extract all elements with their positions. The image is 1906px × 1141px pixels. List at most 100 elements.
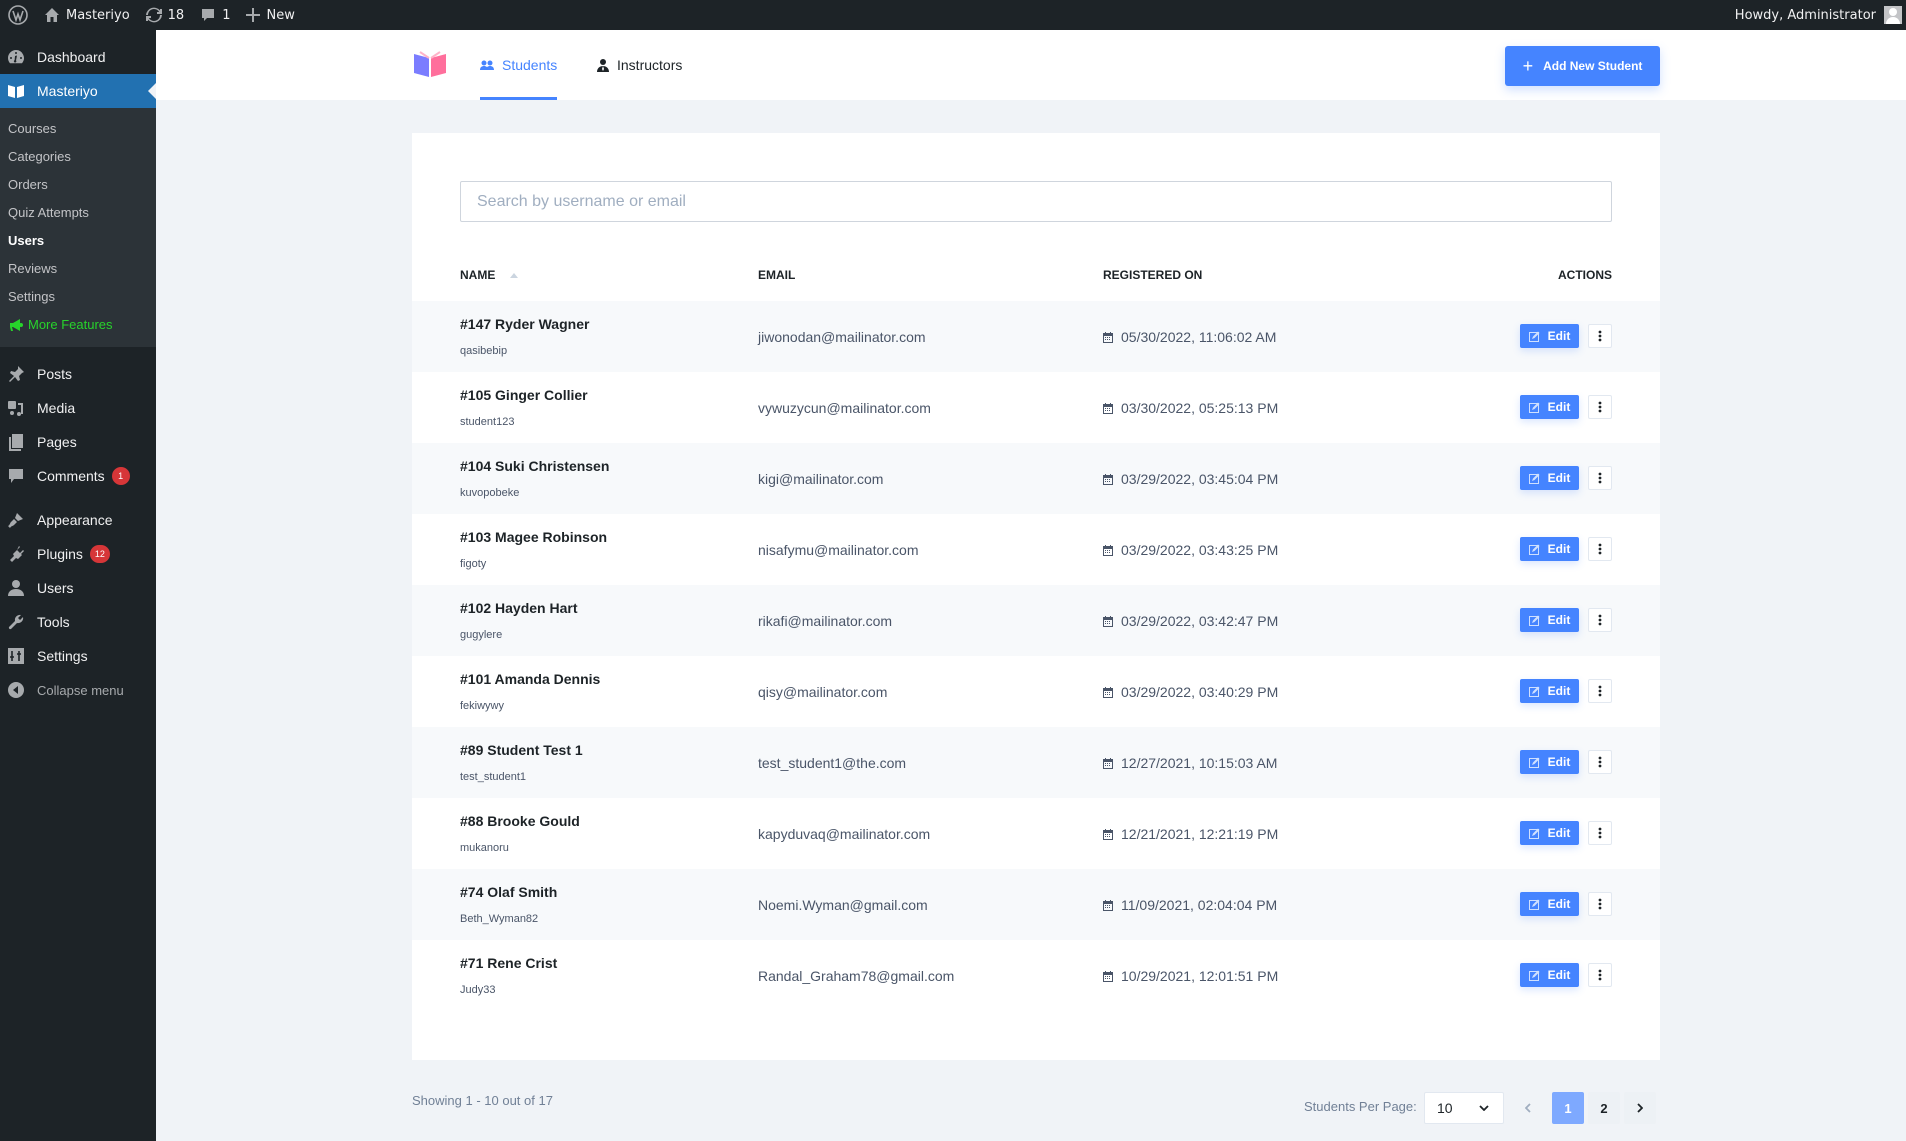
student-name[interactable]: #147 Ryder Wagner	[460, 316, 589, 332]
edit-label: Edit	[1547, 471, 1571, 485]
column-name[interactable]: NAME	[460, 255, 519, 295]
plugin-icon	[6, 544, 26, 564]
new-content-link[interactable]: New	[238, 0, 302, 30]
student-name[interactable]: #74 Olaf Smith	[460, 884, 557, 900]
student-name[interactable]: #105 Ginger Collier	[460, 387, 588, 403]
comments-link[interactable]: 1	[192, 0, 238, 30]
submenu-reviews[interactable]: Reviews	[0, 255, 156, 283]
edit-button[interactable]: Edit	[1520, 679, 1579, 703]
search-input[interactable]	[460, 181, 1612, 222]
submenu-quiz-attempts[interactable]: Quiz Attempts	[0, 199, 156, 227]
collapse-menu-label: Collapse menu	[37, 682, 124, 698]
edit-button[interactable]: Edit	[1520, 608, 1579, 632]
masteriyo-logo-icon	[414, 51, 446, 77]
more-actions-button[interactable]	[1588, 963, 1612, 987]
more-actions-button[interactable]	[1588, 466, 1612, 490]
edit-button[interactable]: Edit	[1520, 963, 1579, 987]
submenu-orders[interactable]: Orders	[0, 171, 156, 199]
menu-settings[interactable]: Settings	[0, 639, 156, 673]
sort-asc-icon[interactable]	[510, 272, 519, 278]
menu-pages[interactable]: Pages	[0, 425, 156, 459]
student-email: nisafymu@mailinator.com	[758, 542, 919, 558]
next-page-button[interactable]	[1624, 1092, 1656, 1124]
more-vertical-icon	[1598, 827, 1602, 839]
edit-icon	[1528, 331, 1540, 342]
more-actions-button[interactable]	[1588, 324, 1612, 348]
table-body: #147 Ryder Wagner qasibebip jiwonodan@mail…	[412, 301, 1660, 1011]
per-page-select[interactable]: 10	[1424, 1092, 1504, 1124]
chevron-down-icon	[1479, 1105, 1489, 1111]
submenu-more-features[interactable]: More Features	[0, 311, 156, 339]
more-vertical-icon	[1598, 543, 1602, 555]
menu-posts[interactable]: Posts	[0, 357, 156, 391]
edit-button[interactable]: Edit	[1520, 395, 1579, 419]
add-new-student-button[interactable]: + Add New Student	[1505, 46, 1660, 86]
edit-button[interactable]: Edit	[1520, 324, 1579, 348]
registered-date: 12/21/2021, 12:21:19 PM	[1103, 826, 1278, 842]
registered-date-text: 03/29/2022, 03:43:25 PM	[1121, 542, 1279, 558]
student-name[interactable]: #104 Suki Christensen	[460, 458, 609, 474]
wp-logo-button[interactable]	[0, 0, 36, 30]
student-name[interactable]: #88 Brooke Gould	[460, 813, 580, 829]
page-2-button[interactable]: 2	[1588, 1092, 1620, 1124]
edit-button[interactable]: Edit	[1520, 537, 1579, 561]
edit-label: Edit	[1547, 684, 1571, 698]
edit-label: Edit	[1547, 826, 1571, 840]
edit-button[interactable]: Edit	[1520, 750, 1579, 774]
masteriyo-header: Students Instructors + Add New Student	[156, 30, 1906, 100]
more-actions-button[interactable]	[1588, 608, 1612, 632]
student-email: kapyduvaq@mailinator.com	[758, 826, 931, 842]
student-name[interactable]: #102 Hayden Hart	[460, 600, 578, 616]
more-actions-button[interactable]	[1588, 395, 1612, 419]
collapse-menu-button[interactable]: Collapse menu	[0, 673, 156, 707]
student-username: Judy33	[460, 984, 496, 996]
edit-icon	[1528, 615, 1540, 626]
student-name[interactable]: #103 Magee Robinson	[460, 529, 607, 545]
prev-page-button[interactable]	[1512, 1092, 1544, 1124]
registered-date-text: 11/09/2021, 02:04:04 PM	[1121, 897, 1278, 913]
submenu-users[interactable]: Users	[0, 227, 156, 255]
settings-sliders-icon	[6, 646, 26, 666]
page-1-button[interactable]: 1	[1552, 1092, 1584, 1124]
menu-tools-label: Tools	[37, 614, 70, 630]
menu-plugins-label: Plugins	[37, 546, 83, 562]
more-actions-button[interactable]	[1588, 892, 1612, 916]
tab-students-label: Students	[502, 57, 558, 73]
menu-appearance[interactable]: Appearance	[0, 503, 156, 537]
more-actions-button[interactable]	[1588, 537, 1612, 561]
more-actions-button[interactable]	[1588, 679, 1612, 703]
calendar-icon	[1103, 615, 1113, 627]
updates-count: 18	[167, 7, 185, 23]
menu-dashboard[interactable]: Dashboard	[0, 40, 156, 74]
table-row: #88 Brooke Gould mukanoru kapyduvaq@mailin…	[412, 798, 1660, 869]
tab-students[interactable]: Students	[480, 30, 558, 100]
site-name: Masteriyo	[66, 7, 130, 23]
submenu-courses[interactable]: Courses	[0, 115, 156, 143]
menu-media[interactable]: Media	[0, 391, 156, 425]
edit-icon	[1528, 899, 1540, 910]
menu-comments[interactable]: Comments 1	[0, 459, 156, 493]
per-page-label: Students Per Page:	[1304, 1099, 1417, 1114]
student-name[interactable]: #71 Rene Crist	[460, 955, 557, 971]
student-name[interactable]: #89 Student Test 1	[460, 742, 583, 758]
submenu-settings[interactable]: Settings	[0, 283, 156, 311]
edit-button[interactable]: Edit	[1520, 892, 1579, 916]
menu-plugins[interactable]: Plugins 12	[0, 537, 156, 571]
edit-button[interactable]: Edit	[1520, 466, 1579, 490]
menu-settings-label: Settings	[37, 648, 88, 664]
menu-tools[interactable]: Tools	[0, 605, 156, 639]
more-actions-button[interactable]	[1588, 750, 1612, 774]
tab-instructors[interactable]: Instructors	[597, 30, 682, 100]
submenu-categories[interactable]: Categories	[0, 143, 156, 171]
registered-date-text: 03/29/2022, 03:45:04 PM	[1121, 471, 1279, 487]
my-account[interactable]: Howdy, Administrator	[1735, 6, 1906, 24]
edit-icon	[1528, 544, 1540, 555]
menu-users-label: Users	[37, 580, 74, 596]
updates-link[interactable]: 18	[138, 0, 193, 30]
more-actions-button[interactable]	[1588, 821, 1612, 845]
site-name-link[interactable]: Masteriyo	[36, 0, 138, 30]
edit-button[interactable]: Edit	[1520, 821, 1579, 845]
menu-masteriyo[interactable]: Masteriyo	[0, 74, 156, 108]
student-name[interactable]: #101 Amanda Dennis	[460, 671, 600, 687]
menu-users[interactable]: Users	[0, 571, 156, 605]
